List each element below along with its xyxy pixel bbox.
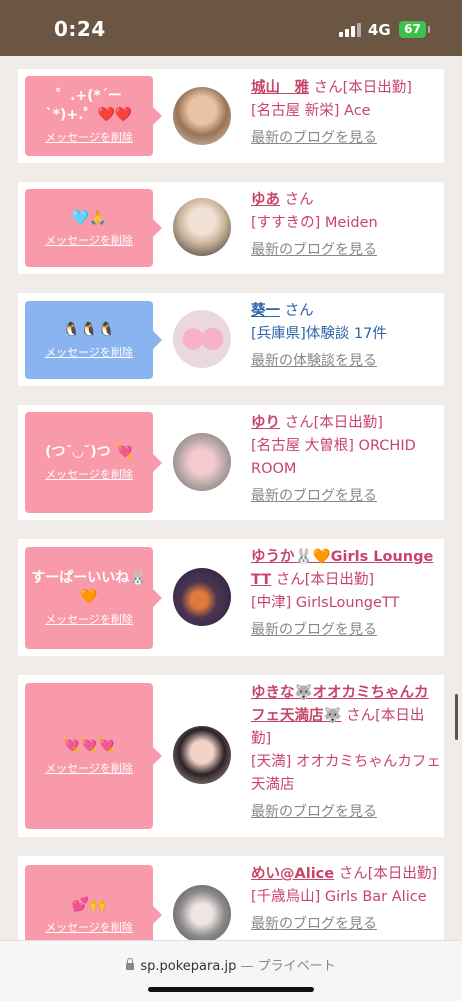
message-bubble: 💕🙌 メッセージを削除	[25, 865, 162, 940]
message-text: 💕🙌	[71, 896, 107, 913]
delete-message-link[interactable]: メッセージを削除	[45, 232, 133, 248]
suffix: さん	[284, 303, 314, 319]
card-info: めい@Alice さん[本日出勤] [千歳烏山] Girls Bar Alice…	[251, 863, 441, 936]
message-text: ゜.+(*´ー`*)+.゜❤️❤️	[45, 88, 133, 123]
suffix: さん[本日出勤]	[284, 415, 383, 431]
shop-location: [中津] GirlsLoungeTT	[251, 595, 400, 611]
latest-blog-link[interactable]: 最新のブログを見る	[251, 239, 441, 262]
avatar[interactable]	[173, 310, 231, 368]
status-bar: 0:24 4G 67	[0, 0, 462, 56]
message-card: ゜.+(*´ー`*)+.゜❤️❤️ メッセージを削除 城山 雅 さん[本日出勤]…	[18, 69, 444, 163]
message-bubble: 💘💘💘 メッセージを削除	[25, 683, 162, 829]
message-card: 💕🙌 メッセージを削除 めい@Alice さん[本日出勤] [千歳烏山] Gir…	[18, 856, 444, 940]
message-list: ゜.+(*´ー`*)+.゜❤️❤️ メッセージを削除 城山 雅 さん[本日出勤]…	[0, 56, 462, 940]
browser-address-bar[interactable]: sp.pokepara.jp — プライベート	[0, 940, 462, 1001]
message-bubble: (つ˘◡˘)つ 💘 メッセージを削除	[25, 412, 162, 513]
avatar[interactable]	[173, 726, 231, 784]
avatar[interactable]	[173, 568, 231, 626]
card-info: 葵一 さん [兵庫県]体験談 17件 最新の体験談を見る	[251, 300, 441, 373]
latest-blog-link[interactable]: 最新のブログを見る	[251, 619, 441, 642]
profile-name-link[interactable]: 城山 雅	[251, 80, 309, 96]
suffix: さん[本日出勤]	[313, 80, 412, 96]
avatar[interactable]	[173, 87, 231, 145]
card-info: ゆうか🐰🧡Girls Lounge TT さん[本日出勤] [中津] Girls…	[251, 546, 441, 642]
message-bubble: 🩵🙏 メッセージを削除	[25, 189, 162, 267]
latest-blog-link[interactable]: 最新のブログを見る	[251, 913, 441, 936]
status-time: 0:24	[54, 17, 106, 41]
message-card: すーぱーいいね🐰🧡 メッセージを削除 ゆうか🐰🧡Girls Lounge TT …	[18, 539, 444, 656]
avatar[interactable]	[173, 433, 231, 491]
card-info: ゆり さん[本日出勤] [名古屋 大曽根] ORCHID ROOM 最新のブログ…	[251, 412, 441, 508]
delete-message-link[interactable]: メッセージを削除	[45, 760, 133, 776]
shop-location: [天満] オオカミちゃんカフェ天満店	[251, 754, 441, 793]
delete-message-link[interactable]: メッセージを削除	[45, 344, 133, 360]
message-bubble: ゜.+(*´ー`*)+.゜❤️❤️ メッセージを削除	[25, 76, 162, 156]
message-card: 🩵🙏 メッセージを削除 ゆあ さん [すすきの] Meiden 最新のブログを見…	[18, 182, 444, 274]
message-card: 💘💘💘 メッセージを削除 ゆきな🐺オオカミちゃんカフェ天満店🐺 さん[本日出勤]…	[18, 675, 444, 837]
battery-tip	[428, 26, 430, 33]
message-text: 🐧🐧🐧	[62, 321, 116, 338]
home-indicator[interactable]	[148, 987, 314, 992]
profile-name-link[interactable]: ゆあ	[251, 192, 280, 208]
message-text: 💘💘💘	[62, 737, 116, 754]
message-card: 🐧🐧🐧 メッセージを削除 葵一 さん [兵庫県]体験談 17件 最新の体験談を見…	[18, 293, 444, 386]
card-info: 城山 雅 さん[本日出勤] [名古屋 新栄] Ace 最新のブログを見る	[251, 77, 441, 150]
battery-icon: 67	[399, 21, 426, 38]
delete-message-link[interactable]: メッセージを削除	[45, 129, 133, 145]
message-text: 🩵🙏	[71, 209, 107, 226]
message-text: すーぱーいいね🐰🧡	[31, 570, 147, 605]
message-text: (つ˘◡˘)つ 💘	[45, 444, 133, 460]
message-bubble: すーぱーいいね🐰🧡 メッセージを削除	[25, 547, 162, 649]
shop-location: [千歳烏山] Girls Bar Alice	[251, 889, 427, 905]
profile-name-link[interactable]: ゆり	[251, 415, 280, 431]
message-bubble: 🐧🐧🐧 メッセージを削除	[25, 301, 162, 379]
delete-message-link[interactable]: メッセージを削除	[45, 919, 133, 935]
suffix: さん[本日出勤]	[338, 866, 438, 882]
delete-message-link[interactable]: メッセージを削除	[45, 611, 133, 627]
message-card: (つ˘◡˘)つ 💘 メッセージを削除 ゆり さん[本日出勤] [名古屋 大曽根]…	[18, 405, 444, 520]
delete-message-link[interactable]: メッセージを削除	[45, 466, 133, 482]
suffix: さん[本日出勤]	[275, 572, 375, 588]
network-type: 4G	[368, 21, 391, 39]
shop-location: [すすきの] Meiden	[251, 215, 378, 231]
review-count: [兵庫県]体験談 17件	[251, 326, 387, 342]
suffix: さん	[284, 192, 314, 208]
lock-icon	[126, 958, 135, 970]
private-mode-label: — プライベート	[240, 959, 336, 974]
url-display[interactable]: sp.pokepara.jp — プライベート	[0, 955, 462, 974]
signal-icon	[339, 23, 361, 37]
scrollbar[interactable]	[455, 694, 458, 740]
card-info: ゆきな🐺オオカミちゃんカフェ天満店🐺 さん[本日出勤] [天満] オオカミちゃん…	[251, 682, 441, 824]
shop-location: [名古屋 大曽根] ORCHID ROOM	[251, 438, 416, 477]
profile-name-link[interactable]: 葵一	[251, 303, 280, 319]
avatar[interactable]	[173, 198, 231, 256]
latest-blog-link[interactable]: 最新のブログを見る	[251, 801, 441, 824]
latest-blog-link[interactable]: 最新のブログを見る	[251, 127, 441, 150]
latest-review-link[interactable]: 最新の体験談を見る	[251, 350, 441, 373]
url-text: sp.pokepara.jp	[140, 959, 237, 974]
card-info: ゆあ さん [すすきの] Meiden 最新のブログを見る	[251, 189, 441, 262]
avatar[interactable]	[173, 885, 231, 940]
latest-blog-link[interactable]: 最新のブログを見る	[251, 485, 441, 508]
shop-location: [名古屋 新栄] Ace	[251, 103, 371, 119]
profile-name-link[interactable]: めい@Alice	[251, 866, 334, 882]
